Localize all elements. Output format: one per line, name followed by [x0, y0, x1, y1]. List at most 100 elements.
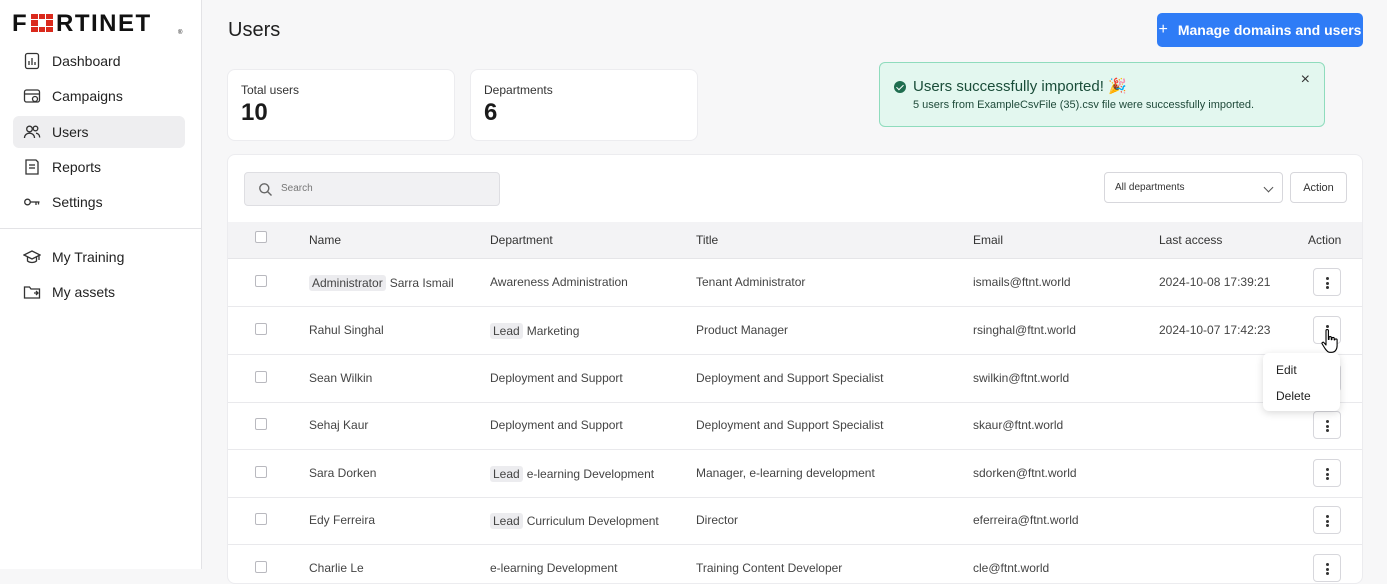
- cell-email: eferreira@ftnt.world: [973, 513, 1079, 527]
- row-checkbox[interactable]: [255, 561, 267, 573]
- table-row[interactable]: Sehaj Kaur Deployment and Support Deployme…: [228, 402, 1362, 450]
- row-checkbox[interactable]: [255, 323, 267, 335]
- fortinet-logo[interactable]: F RTINET ®: [12, 10, 187, 36]
- cell-email: cle@ftnt.world: [973, 561, 1049, 575]
- cell-email-text: sdorken@ftnt.world: [973, 466, 1077, 480]
- cell-title: Training Content Developer: [696, 561, 842, 575]
- cell-title-text: Training Content Developer: [696, 561, 843, 575]
- cell-email: ismails@ftnt.world: [973, 275, 1071, 289]
- table-row[interactable]: Charlie Le e-learning Development Training…: [228, 545, 1362, 583]
- department-filter-value: All departments: [1115, 182, 1185, 193]
- kebab-dot: [1326, 286, 1329, 289]
- more-vertical-icon[interactable]: [1313, 268, 1341, 296]
- row-checkbox[interactable]: [255, 418, 267, 430]
- row-checkbox[interactable]: [255, 275, 267, 287]
- column-header-department[interactable]: Department: [490, 233, 553, 247]
- import-success-toast: Users successfully imported! 🎉 5 users f…: [879, 62, 1325, 127]
- kebab-dot: [1326, 424, 1329, 428]
- table-row[interactable]: Administrator Sarra Ismail Awareness Admin…: [228, 259, 1362, 307]
- stat-value: 6: [484, 99, 498, 126]
- column-header-title[interactable]: Title: [696, 233, 718, 247]
- sidebar-item-campaigns[interactable]: Campaigns: [13, 80, 185, 112]
- sidebar-item-reports[interactable]: Reports: [13, 151, 185, 183]
- sidebar-item-label: Users: [52, 124, 89, 140]
- kebab-dot: [1326, 515, 1329, 518]
- cell-name-text: Sean Wilkin: [309, 371, 373, 385]
- cell-title-text: Tenant Administrator: [696, 275, 806, 289]
- cell-name: Rahul Singhal: [309, 323, 384, 337]
- cell-email-text: cle@ftnt.world: [973, 561, 1050, 575]
- stat-label: Total users: [241, 83, 300, 97]
- row-checkbox[interactable]: [255, 466, 267, 478]
- cell-department: Deployment and Support: [490, 371, 623, 385]
- close-icon[interactable]: ×: [1301, 71, 1310, 89]
- cell-department-text: Marketing: [526, 324, 580, 338]
- cell-department: e-learning Development: [490, 561, 617, 575]
- departments-card: Departments 6: [470, 69, 698, 141]
- svg-text:F: F: [12, 10, 28, 36]
- kebab-dot: [1326, 472, 1329, 476]
- sidebar-item-my-training[interactable]: My Training: [13, 241, 185, 273]
- sidebar-item-settings[interactable]: Settings: [13, 186, 185, 218]
- total-users-card: Total users 10: [227, 69, 455, 141]
- column-header-last-access[interactable]: Last access: [1159, 233, 1222, 247]
- cell-email-text: skaur@ftnt.world: [973, 418, 1064, 432]
- sidebar-item-dashboard[interactable]: Dashboard: [13, 45, 185, 77]
- table-row[interactable]: Sean Wilkin Deployment and Support Deploym…: [228, 355, 1362, 403]
- more-vertical-icon[interactable]: [1313, 506, 1341, 534]
- kebab-dot: [1326, 429, 1329, 432]
- table-row[interactable]: Sara Dorken Lead e-learning Development Man…: [228, 450, 1362, 498]
- more-vertical-icon[interactable]: [1313, 411, 1341, 439]
- cell-title: Deployment and Support Specialist: [696, 418, 883, 432]
- cell-department-text: e-learning Development: [526, 467, 655, 481]
- cell-title-text: Director: [696, 513, 739, 527]
- column-header-name[interactable]: Name: [309, 233, 341, 247]
- cell-title-text: Deployment and Support Specialist: [696, 418, 884, 432]
- table-row[interactable]: Edy Ferreira Lead Curriculum Development Di…: [228, 497, 1362, 545]
- cell-title: Tenant Administrator: [696, 275, 805, 289]
- row-checkbox[interactable]: [255, 371, 267, 383]
- cell-email-text: rsinghal@ftnt.world: [973, 323, 1076, 337]
- cell-department: Awareness Administration: [490, 275, 628, 289]
- cell-department: Lead Marketing: [490, 323, 579, 339]
- cell-last-access-text: 2024-10-08 17:39:21: [1159, 275, 1271, 289]
- search-placeholder: Search: [281, 183, 313, 194]
- toast-message: 5 users from ExampleCsvFile (35).csv fil…: [913, 99, 1255, 111]
- menu-item-edit[interactable]: Edit: [1276, 363, 1297, 377]
- bulk-action-button[interactable]: Action: [1290, 172, 1347, 203]
- more-vertical-icon[interactable]: [1313, 459, 1341, 487]
- kebab-dot: [1326, 477, 1329, 480]
- search-icon: [259, 183, 272, 196]
- department-filter-select[interactable]: All departments: [1104, 172, 1283, 203]
- row-checkbox[interactable]: [255, 513, 267, 525]
- more-vertical-icon[interactable]: [1313, 554, 1341, 582]
- cell-name: Edy Ferreira: [309, 513, 375, 527]
- cell-last-access: 2024-10-07 17:42:23: [1159, 323, 1270, 337]
- cell-email: skaur@ftnt.world: [973, 418, 1063, 432]
- manage-domains-button[interactable]: + Manage domains and users: [1157, 13, 1363, 47]
- cell-title-text: Product Manager: [696, 323, 789, 337]
- sidebar-item-my-assets[interactable]: My assets: [13, 276, 185, 308]
- cell-department-text: Deployment and Support: [490, 418, 623, 432]
- table-row[interactable]: Rahul Singhal Lead Marketing Product Manage…: [228, 307, 1362, 355]
- cell-title: Product Manager: [696, 323, 788, 337]
- cell-last-access: 2024-10-08 17:39:21: [1159, 275, 1270, 289]
- cell-title-text: Manager, e-learning development: [696, 466, 875, 480]
- kebab-dot: [1326, 420, 1329, 423]
- cell-email-text: swilkin@ftnt.world: [973, 371, 1070, 385]
- kebab-dot: [1326, 567, 1329, 571]
- cell-email-text: ismails@ftnt.world: [973, 275, 1071, 289]
- campaigns-icon: [23, 89, 41, 103]
- cell-title: Director: [696, 513, 738, 527]
- cell-last-access-text: 2024-10-07 17:42:23: [1159, 323, 1271, 337]
- cell-title: Deployment and Support Specialist: [696, 371, 883, 385]
- menu-item-delete[interactable]: Delete: [1276, 389, 1311, 403]
- kebab-dot: [1326, 572, 1329, 575]
- sidebar-item-users[interactable]: Users: [13, 116, 185, 148]
- column-header-email[interactable]: Email: [973, 233, 1003, 247]
- cell-title-text: Deployment and Support Specialist: [696, 371, 884, 385]
- cell-name: Sean Wilkin: [309, 371, 372, 385]
- search-input[interactable]: Search: [244, 172, 500, 206]
- settings-icon: [24, 198, 40, 206]
- select-all-checkbox[interactable]: [255, 231, 267, 243]
